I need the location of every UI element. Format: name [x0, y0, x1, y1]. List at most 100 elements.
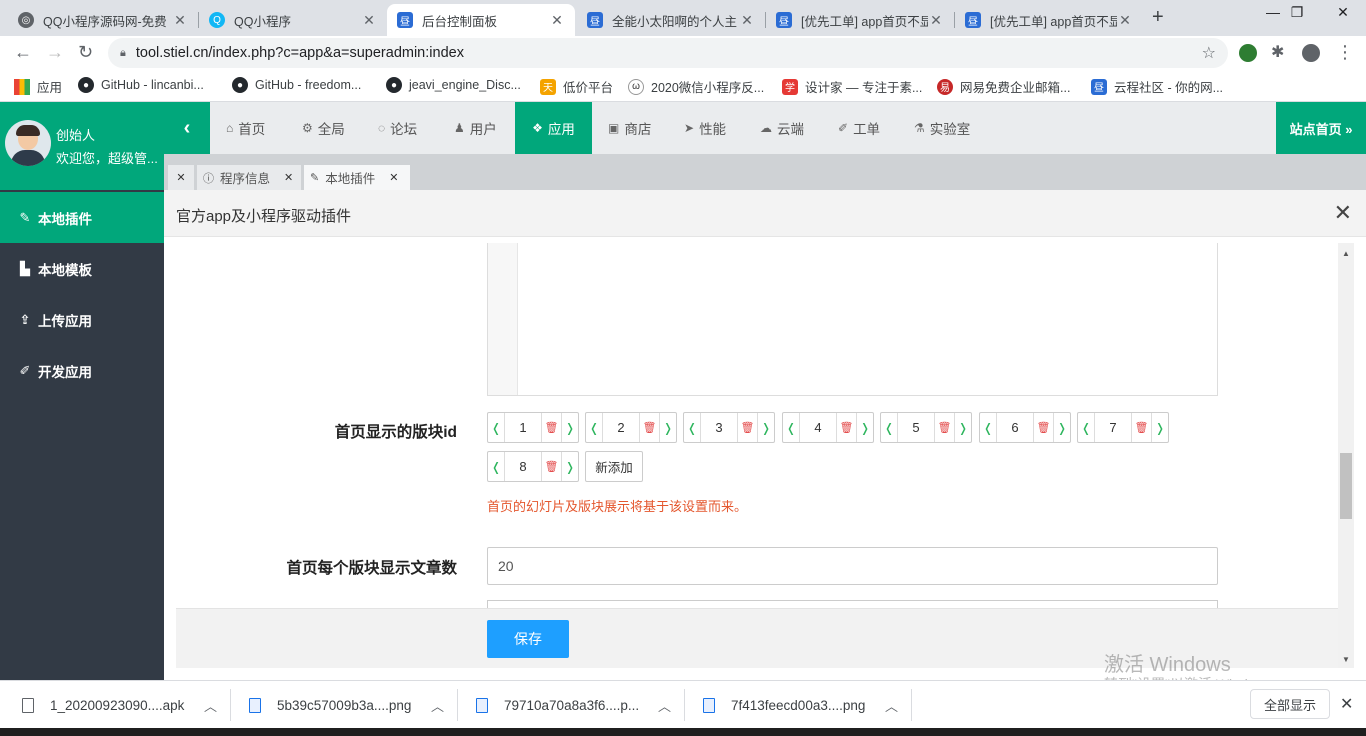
block-id-value[interactable]: 4 [799, 413, 837, 442]
browser-tab[interactable]: 昼 [优先工单] app首页不显 ✕ [766, 4, 954, 36]
scroll-up-icon[interactable]: ▲ [1342, 249, 1350, 258]
chevron-up-icon[interactable]: ︿ [658, 696, 671, 715]
sidebar-item-local-templates[interactable]: ▙ 本地模板 [0, 243, 164, 294]
nav-cloud[interactable]: ☁ 云端 [758, 102, 806, 154]
block-id-value[interactable]: 3 [700, 413, 738, 442]
move-right-icon[interactable]: ❭ [1054, 413, 1070, 442]
bookmark-item[interactable]: ● jeavi_engine_Disc... [386, 77, 521, 93]
chevron-up-icon[interactable]: ︿ [431, 696, 444, 715]
block-id-value[interactable]: 2 [602, 413, 640, 442]
forward-icon[interactable]: → [46, 42, 64, 63]
move-right-icon[interactable]: ❭ [955, 413, 971, 442]
content-scrollbar[interactable]: ▲ ▼ [1338, 243, 1354, 668]
bookmark-item[interactable]: 应用 [14, 77, 62, 96]
tab-local-plugins[interactable]: ✎ 本地插件 ✕ [304, 165, 410, 190]
scrollbar-thumb[interactable] [1340, 453, 1352, 519]
nav-users[interactable]: ♟ 用户 [452, 102, 499, 154]
move-left-icon[interactable]: ❬ [488, 452, 504, 481]
browser-tab[interactable]: 昼 [优先工单] app首页不显 ✕ [955, 4, 1143, 36]
bookmark-item[interactable]: 学 设计家 — 专注于素... [782, 77, 922, 96]
block-id-value[interactable]: 8 [504, 452, 542, 481]
extensions-puzzle-icon[interactable]: ✱ [1271, 42, 1284, 62]
chevron-up-icon[interactable]: ︿ [204, 696, 217, 715]
trash-icon[interactable]: 🗑︎ [640, 413, 660, 442]
move-right-icon[interactable]: ❭ [562, 452, 578, 481]
trash-icon[interactable]: 🗑︎ [1034, 413, 1054, 442]
move-left-icon[interactable]: ❬ [684, 413, 700, 442]
menu-kebab-icon[interactable]: ⋮ [1336, 42, 1354, 63]
bookmark-item[interactable]: ω 2020微信小程序反... [628, 77, 764, 96]
chevron-up-icon[interactable]: ︿ [885, 696, 898, 715]
sidebar-item-local-plugins[interactable]: ✎ 本地插件 [0, 192, 164, 243]
trash-icon[interactable]: 🗑︎ [935, 413, 955, 442]
move-right-icon[interactable]: ❭ [758, 413, 774, 442]
close-icon[interactable]: ✕ [172, 12, 188, 29]
reload-icon[interactable]: ↻ [78, 42, 93, 63]
close-icon[interactable]: ✕ [739, 12, 755, 29]
block-id-value[interactable]: 5 [897, 413, 935, 442]
nav-shop[interactable]: ▣ 商店 [606, 102, 653, 154]
close-all-tabs-icon[interactable]: ✕ [168, 165, 194, 190]
move-left-icon[interactable]: ❬ [586, 413, 602, 442]
close-icon[interactable]: ✕ [1334, 200, 1352, 226]
bookmark-item[interactable]: 昼 云程社区 - 你的网... [1091, 77, 1223, 96]
bookmark-item[interactable]: 易 网易免费企业邮箱... [937, 77, 1070, 96]
close-icon[interactable]: ✕ [549, 12, 565, 29]
scroll-down-icon[interactable]: ▼ [1342, 655, 1350, 664]
close-icon[interactable]: ✕ [1117, 12, 1133, 29]
move-left-icon[interactable]: ❬ [488, 413, 504, 442]
bookmark-star-icon[interactable]: ☆ [1202, 43, 1216, 63]
bookmark-item[interactable]: ● GitHub - lincanbi... [78, 77, 204, 93]
browser-tab[interactable]: ◎ QQ小程序源码网-免费 ✕ [8, 4, 198, 36]
trash-icon[interactable]: 🗑︎ [738, 413, 758, 442]
close-icon[interactable]: ✕ [361, 12, 377, 29]
nav-global[interactable]: ⚙ 全局 [300, 102, 347, 154]
tab-program-info[interactable]: ⓘ 程序信息 ✕ [197, 165, 301, 190]
show-all-downloads-button[interactable]: 全部显示 [1250, 689, 1330, 719]
move-left-icon[interactable]: ❬ [783, 413, 799, 442]
trash-icon[interactable]: 🗑︎ [542, 413, 562, 442]
trash-icon[interactable]: 🗑︎ [1132, 413, 1152, 442]
block-id-value[interactable]: 7 [1094, 413, 1132, 442]
block-id-value[interactable]: 6 [996, 413, 1034, 442]
restore-icon[interactable]: ❐ [1274, 4, 1320, 21]
nav-performance[interactable]: ➤ 性能 [682, 102, 728, 154]
code-editor[interactable] [487, 243, 1218, 396]
close-icon[interactable]: ✕ [1340, 694, 1353, 714]
download-item[interactable]: 1_20200923090....apk ︿ [22, 681, 217, 729]
trash-icon[interactable]: 🗑︎ [837, 413, 857, 442]
download-item[interactable]: 7f413feecd00a3....png ︿ [703, 681, 898, 729]
sidebar-item-upload-app[interactable]: ⇪ 上传应用 [0, 294, 164, 345]
nav-tickets[interactable]: ✐ 工单 [836, 102, 882, 154]
close-icon[interactable]: ✕ [284, 171, 293, 184]
move-right-icon[interactable]: ❭ [1152, 413, 1168, 442]
save-button[interactable]: 保存 [487, 620, 569, 658]
back-icon[interactable]: ← [14, 42, 32, 63]
block-id-value[interactable]: 1 [504, 413, 542, 442]
site-home-link[interactable]: 站点首页 » [1276, 102, 1366, 154]
nav-apps[interactable]: ❖ 应用 [515, 102, 592, 154]
nav-lab[interactable]: ⚗ 实验室 [912, 102, 972, 154]
move-left-icon[interactable]: ❬ [980, 413, 996, 442]
new-tab-icon[interactable]: + [1152, 6, 1164, 29]
extension-globe-icon[interactable] [1239, 44, 1257, 62]
bookmark-item[interactable]: 天 低价平台 [540, 77, 613, 96]
move-left-icon[interactable]: ❬ [1078, 413, 1094, 442]
url-bar[interactable]: 🔒︎ tool.stiel.cn/index.php?c=app&a=super… [108, 38, 1228, 68]
move-right-icon[interactable]: ❭ [660, 413, 676, 442]
move-left-icon[interactable]: ❬ [881, 413, 897, 442]
add-block-id-button[interactable]: 新添加 [585, 451, 643, 482]
sidebar-toggle-chevron-left-icon[interactable]: ‹ [164, 102, 210, 154]
window-close-icon[interactable]: ✕ [1320, 4, 1366, 21]
trash-icon[interactable]: 🗑︎ [542, 452, 562, 481]
close-icon[interactable]: ✕ [928, 12, 944, 29]
sidebar-item-develop-app[interactable]: ✐ 开发应用 [0, 345, 164, 396]
nav-forum[interactable]: ◌ 论坛 [376, 102, 419, 154]
browser-tab[interactable]: Q QQ小程序 ✕ [199, 4, 387, 36]
bookmark-item[interactable]: ● GitHub - freedom... [232, 77, 361, 93]
move-right-icon[interactable]: ❭ [857, 413, 873, 442]
browser-tab-active[interactable]: 昼 后台控制面板 ✕ [387, 4, 575, 36]
profile-avatar-icon[interactable] [1302, 44, 1320, 62]
download-item[interactable]: 79710a70a8a3f6....p... ︿ [476, 681, 671, 729]
browser-tab[interactable]: 昼 全能小太阳啊的个人主 ✕ [577, 4, 765, 36]
